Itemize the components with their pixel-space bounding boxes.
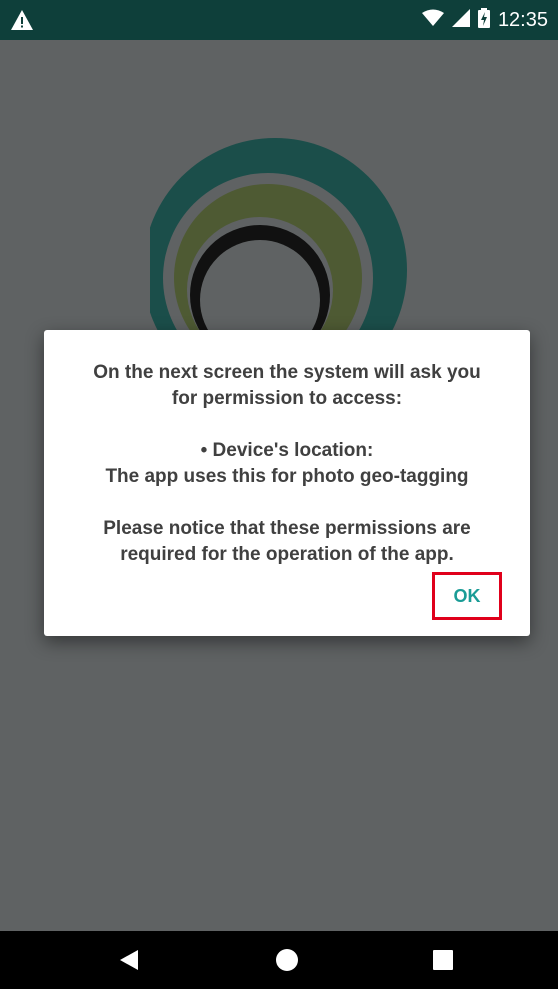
status-bar: 12:35 (0, 0, 558, 40)
ok-button[interactable]: OK (432, 572, 502, 620)
message-line: required for the operation of the app. (120, 544, 454, 565)
wifi-icon (421, 9, 444, 32)
status-icons: 12:35 (421, 0, 548, 40)
signal-icon (451, 8, 470, 32)
dialog-message: On the next screen the system will ask y… (64, 360, 510, 568)
battery-charging-icon (477, 7, 490, 33)
message-line: for permission to access: (171, 388, 403, 409)
back-icon[interactable] (114, 945, 144, 975)
message-line: Please notice that these permissions are (103, 518, 471, 539)
home-icon[interactable] (272, 945, 302, 975)
message-line: The app uses this for photo geo-tagging (105, 466, 469, 487)
message-line: On the next screen the system will ask y… (93, 362, 481, 383)
navigation-bar (0, 931, 558, 989)
warning-icon (10, 8, 34, 32)
message-line: • Device's location: (200, 440, 374, 461)
recents-icon[interactable] (428, 945, 458, 975)
status-time: 12:35 (497, 8, 548, 31)
